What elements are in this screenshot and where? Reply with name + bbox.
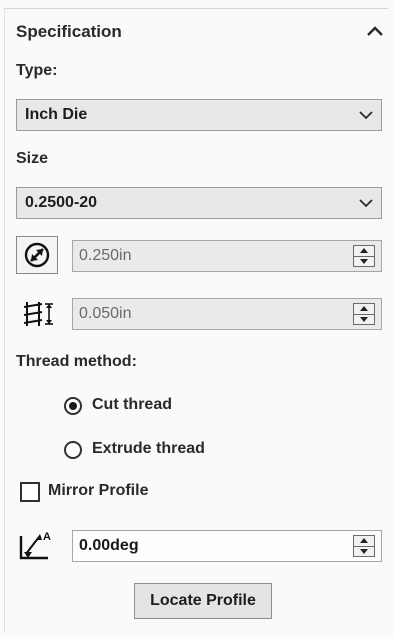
angle-field[interactable]: 0.00deg bbox=[72, 530, 382, 562]
type-label: Type: bbox=[16, 62, 58, 79]
radio-label: Cut thread bbox=[92, 396, 172, 413]
type-value: Inch Die bbox=[25, 106, 88, 123]
spin-down-icon[interactable] bbox=[360, 549, 368, 554]
radio-button[interactable] bbox=[64, 397, 82, 415]
spin-up-icon[interactable] bbox=[360, 306, 368, 311]
section-title: Specification bbox=[16, 22, 122, 41]
thread-method-label: Thread method: bbox=[16, 353, 137, 370]
thread-pitch-icon[interactable] bbox=[16, 295, 58, 333]
pitch-value: 0.050in bbox=[79, 305, 132, 322]
chevron-down-icon bbox=[359, 199, 373, 208]
size-label: Size bbox=[16, 150, 49, 167]
angle-icon[interactable]: A bbox=[18, 528, 54, 562]
pitch-field[interactable]: 0.050in bbox=[72, 298, 382, 330]
radio-button[interactable] bbox=[64, 441, 82, 459]
angle-value: 0.00deg bbox=[79, 537, 139, 554]
diameter-field[interactable]: 0.250in bbox=[72, 240, 382, 272]
spin-down-icon[interactable] bbox=[360, 259, 368, 264]
spin-down-icon[interactable] bbox=[360, 317, 368, 322]
chevron-up-icon[interactable] bbox=[366, 24, 384, 38]
size-value: 0.2500-20 bbox=[25, 194, 98, 211]
angle-spinner-icon[interactable] bbox=[353, 535, 375, 557]
diameter-icon-glyph bbox=[24, 242, 50, 268]
locate-profile-button[interactable]: Locate Profile bbox=[134, 583, 272, 619]
chevron-down-icon bbox=[359, 111, 373, 120]
diameter-spinner-icon[interactable] bbox=[353, 245, 375, 267]
radio-label: Extrude thread bbox=[92, 440, 205, 457]
diameter-value: 0.250in bbox=[79, 247, 132, 264]
svg-text:A: A bbox=[43, 531, 51, 543]
type-dropdown[interactable]: Inch Die bbox=[16, 99, 382, 131]
diameter-icon[interactable] bbox=[16, 236, 58, 274]
checkbox[interactable] bbox=[20, 482, 40, 502]
mirror-profile-label: Mirror Profile bbox=[48, 482, 149, 499]
spin-up-icon[interactable] bbox=[360, 538, 368, 543]
spin-up-icon[interactable] bbox=[360, 248, 368, 253]
size-dropdown[interactable]: 0.2500-20 bbox=[16, 187, 382, 219]
thread-pitch-icon-glyph bbox=[23, 302, 53, 326]
pitch-spinner-icon[interactable] bbox=[353, 303, 375, 325]
